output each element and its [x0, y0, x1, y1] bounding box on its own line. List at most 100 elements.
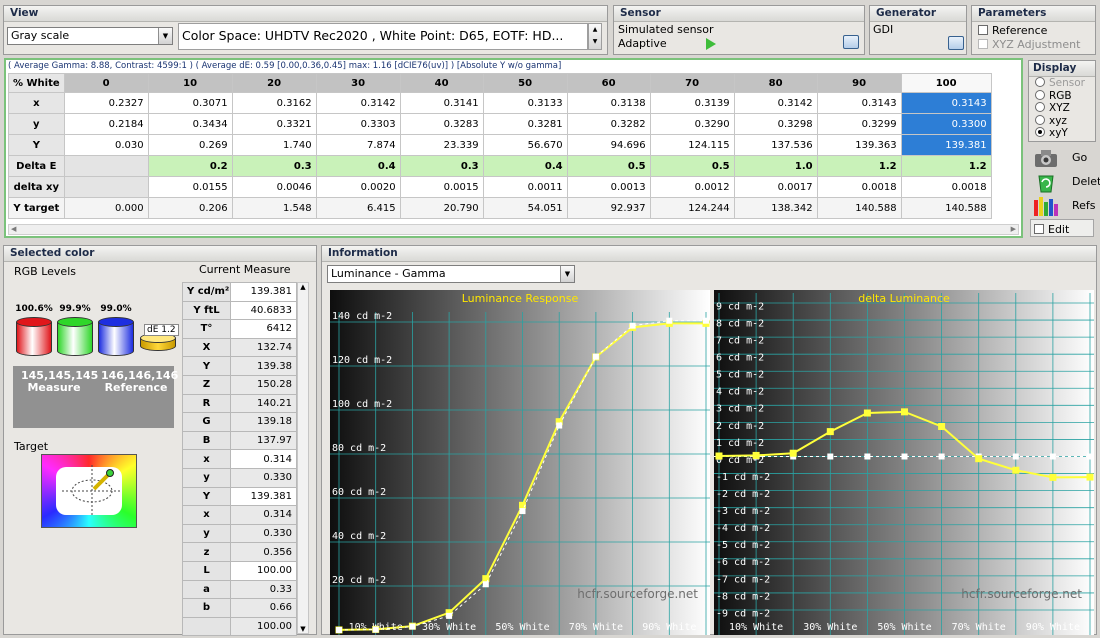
table-cell[interactable]: 0.3299 — [816, 113, 902, 135]
table-cell[interactable]: 0.4 — [482, 155, 568, 177]
column-header[interactable]: 90 — [816, 73, 902, 93]
table-cell[interactable]: 0.3162 — [231, 92, 317, 114]
edit-checkbox[interactable]: Edit — [1030, 219, 1094, 237]
table-cell[interactable]: 0.3142 — [733, 92, 818, 114]
table-cell[interactable]: 0.3434 — [147, 113, 233, 135]
table-cell[interactable]: 92.937 — [566, 197, 651, 219]
table-cell[interactable]: 0.0012 — [649, 176, 735, 198]
table-cell[interactable]: 1.548 — [231, 197, 317, 219]
delete-button[interactable]: Delete — [1028, 170, 1100, 194]
table-cell[interactable]: 20.790 — [399, 197, 484, 219]
display-option-xyz[interactable]: XYZ — [1035, 102, 1085, 115]
table-cell[interactable]: 124.244 — [649, 197, 735, 219]
table-cell[interactable]: 56.670 — [482, 134, 568, 156]
reference-checkbox[interactable]: Reference — [978, 24, 1047, 37]
table-cell[interactable]: 0.3142 — [315, 92, 401, 114]
table-cell[interactable]: 138.342 — [733, 197, 818, 219]
table-cell[interactable]: 7.874 — [315, 134, 401, 156]
table-cell[interactable]: 0.3139 — [649, 92, 735, 114]
column-header[interactable]: 50 — [482, 73, 568, 93]
table-cell[interactable]: 0.3300 — [900, 113, 992, 135]
table-cell[interactable]: 124.115 — [649, 134, 735, 156]
generator-edit-icon[interactable] — [948, 36, 964, 50]
table-cell[interactable]: 139.363 — [816, 134, 902, 156]
scroll-left-icon[interactable]: ◀ — [11, 225, 16, 233]
display-option-sensor[interactable]: Sensor — [1035, 77, 1085, 90]
table-cell[interactable]: 1.740 — [231, 134, 317, 156]
table-cell[interactable]: 0.0018 — [816, 176, 902, 198]
scroll-down-icon[interactable]: ▼ — [298, 625, 308, 633]
table-cell[interactable]: 0.0013 — [566, 176, 651, 198]
table-cell[interactable]: 0.269 — [147, 134, 233, 156]
table-cell[interactable]: 0.206 — [147, 197, 233, 219]
display-option-rgb[interactable]: RGB — [1035, 89, 1085, 103]
table-cell[interactable]: 0.5 — [566, 155, 651, 177]
table-cell[interactable]: 0.0015 — [399, 176, 484, 198]
view-info-spinner[interactable]: ▲ ▼ — [588, 23, 602, 50]
column-header[interactable]: 80 — [733, 73, 818, 93]
table-cell[interactable]: 0.4 — [315, 155, 401, 177]
table-cell[interactable]: 0.2184 — [63, 113, 149, 135]
column-header[interactable]: 0 — [63, 73, 149, 93]
table-cell[interactable]: 0.3298 — [733, 113, 818, 135]
xyz-adjustment-checkbox[interactable]: XYZ Adjustment — [978, 38, 1080, 51]
table-cell[interactable] — [63, 176, 149, 198]
column-header[interactable]: 40 — [399, 73, 484, 93]
table-cell[interactable]: 0.3 — [399, 155, 484, 177]
column-header[interactable]: 70 — [649, 73, 735, 93]
table-cell[interactable]: 94.696 — [566, 134, 651, 156]
current-measure-scrollbar[interactable]: ▲ ▼ — [297, 282, 309, 634]
table-cell[interactable]: 0.3 — [231, 155, 317, 177]
table-cell[interactable]: 0.0011 — [482, 176, 568, 198]
scroll-right-icon[interactable]: ▶ — [1011, 225, 1016, 233]
table-cell[interactable]: 0.3321 — [231, 113, 317, 135]
table-cell[interactable]: 0.3283 — [399, 113, 484, 135]
table-cell[interactable]: 0.0018 — [900, 176, 992, 198]
table-horizontal-scrollbar[interactable]: ◀ ▶ — [8, 224, 1019, 235]
table-cell[interactable]: 140.588 — [900, 197, 992, 219]
table-cell[interactable]: 0.3143 — [816, 92, 902, 114]
refs-button[interactable]: Refs — [1028, 194, 1096, 218]
table-cell[interactable]: 0.3282 — [566, 113, 651, 135]
table-cell[interactable]: 0.3281 — [482, 113, 568, 135]
table-cell[interactable]: 6.415 — [315, 197, 401, 219]
table-cell[interactable]: 0.5 — [649, 155, 735, 177]
go-button[interactable]: Go — [1028, 146, 1094, 170]
table-cell[interactable]: 0.3138 — [566, 92, 651, 114]
table-cell[interactable]: 1.2 — [900, 155, 992, 177]
column-header[interactable]: 10 — [147, 73, 233, 93]
table-cell[interactable]: 0.2327 — [63, 92, 149, 114]
table-cell[interactable]: 1.2 — [816, 155, 902, 177]
display-option-xyz[interactable]: xyz — [1035, 114, 1085, 128]
column-header[interactable]: 30 — [315, 73, 401, 93]
table-cell[interactable]: 0.0046 — [231, 176, 317, 198]
column-header[interactable]: 20 — [231, 73, 317, 93]
table-cell[interactable]: 23.339 — [399, 134, 484, 156]
table-cell[interactable]: 0.3141 — [399, 92, 484, 114]
table-cell[interactable]: 0.030 — [63, 134, 149, 156]
display-option-xyy[interactable]: xyY — [1035, 127, 1085, 140]
table-cell[interactable]: 0.3143 — [900, 92, 992, 114]
table-cell[interactable]: 0.3303 — [315, 113, 401, 135]
table-cell[interactable]: 0.3133 — [482, 92, 568, 114]
table-cell[interactable]: 1.0 — [733, 155, 818, 177]
information-mode-select[interactable]: Luminance - Gamma ▼ — [327, 265, 575, 283]
table-cell[interactable]: 54.051 — [482, 197, 568, 219]
view-mode-select[interactable]: Gray scale ▼ — [7, 27, 173, 45]
table-cell[interactable]: 0.2 — [147, 155, 233, 177]
table-cell[interactable]: 0.000 — [63, 197, 149, 219]
table-cell[interactable]: 0.0155 — [147, 176, 233, 198]
play-icon[interactable] — [706, 38, 716, 50]
table-cell[interactable]: 0.0017 — [733, 176, 818, 198]
table-cell[interactable]: 140.588 — [816, 197, 902, 219]
sensor-edit-icon[interactable] — [843, 35, 859, 49]
table-cell[interactable] — [63, 155, 149, 177]
scroll-up-icon[interactable]: ▲ — [298, 283, 308, 291]
column-header-selected[interactable]: 100 — [900, 73, 992, 93]
column-header[interactable]: 60 — [566, 73, 651, 93]
table-cell[interactable]: 0.0020 — [315, 176, 401, 198]
table-cell[interactable]: 139.381 — [900, 134, 992, 156]
table-cell[interactable]: 0.3071 — [147, 92, 233, 114]
table-cell[interactable]: 137.536 — [733, 134, 818, 156]
table-cell[interactable]: 0.3290 — [649, 113, 735, 135]
